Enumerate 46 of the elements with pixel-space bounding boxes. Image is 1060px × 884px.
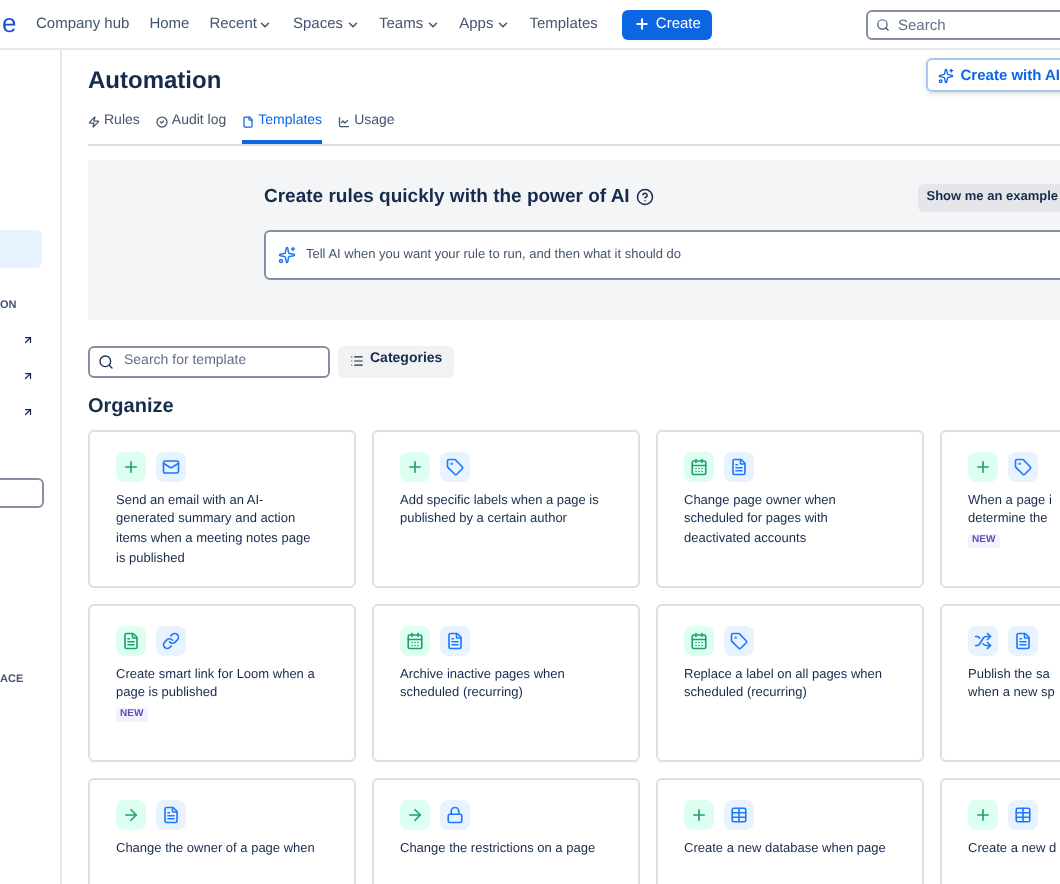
section-title: Organize bbox=[88, 393, 176, 419]
check-circle-icon bbox=[155, 116, 168, 129]
list-icon bbox=[350, 354, 364, 368]
file-icon bbox=[242, 116, 255, 129]
envelope-icon bbox=[156, 451, 186, 481]
page-title: Automation bbox=[88, 64, 222, 98]
search-icon bbox=[98, 353, 114, 369]
document-icon bbox=[440, 625, 470, 655]
external-link-icon bbox=[22, 369, 34, 381]
plus-icon bbox=[684, 799, 714, 829]
plus-icon bbox=[116, 451, 146, 481]
chevron-down-icon bbox=[425, 17, 440, 31]
chart-icon bbox=[338, 116, 351, 129]
shuffle-icon bbox=[968, 625, 998, 655]
plus-icon bbox=[400, 451, 430, 481]
document-icon bbox=[1008, 625, 1038, 655]
table-icon bbox=[1008, 799, 1038, 829]
search-icon bbox=[876, 17, 890, 31]
tag-icon bbox=[724, 625, 754, 655]
sparkle-icon bbox=[938, 67, 955, 83]
calendar-icon bbox=[684, 451, 714, 481]
help-icon[interactable] bbox=[635, 188, 654, 207]
plus-icon bbox=[968, 451, 998, 481]
document-icon bbox=[724, 451, 754, 481]
panel-heading: Create rules quickly with the power of AI bbox=[264, 183, 630, 211]
arrow-right-icon bbox=[400, 799, 430, 829]
logo-fragment[interactable]: e bbox=[0, 4, 30, 44]
lock-icon bbox=[440, 799, 470, 829]
table-icon bbox=[724, 799, 754, 829]
link-icon bbox=[156, 625, 186, 655]
chevron-down-icon bbox=[345, 17, 360, 31]
plus-icon bbox=[633, 16, 650, 32]
bolt-icon bbox=[88, 116, 100, 129]
chevron-down-icon bbox=[495, 17, 510, 31]
external-link-icon bbox=[22, 333, 34, 345]
document-icon bbox=[116, 625, 146, 655]
tag-icon bbox=[1008, 451, 1038, 481]
calendar-icon bbox=[400, 625, 430, 655]
external-link-icon bbox=[22, 405, 34, 417]
document-icon bbox=[156, 799, 186, 829]
plus-icon bbox=[968, 799, 998, 829]
chevron-down-icon bbox=[258, 17, 273, 31]
arrow-right-icon bbox=[116, 799, 146, 829]
calendar-icon bbox=[684, 625, 714, 655]
tag-icon bbox=[440, 451, 470, 481]
sidebar-field[interactable] bbox=[0, 477, 44, 507]
